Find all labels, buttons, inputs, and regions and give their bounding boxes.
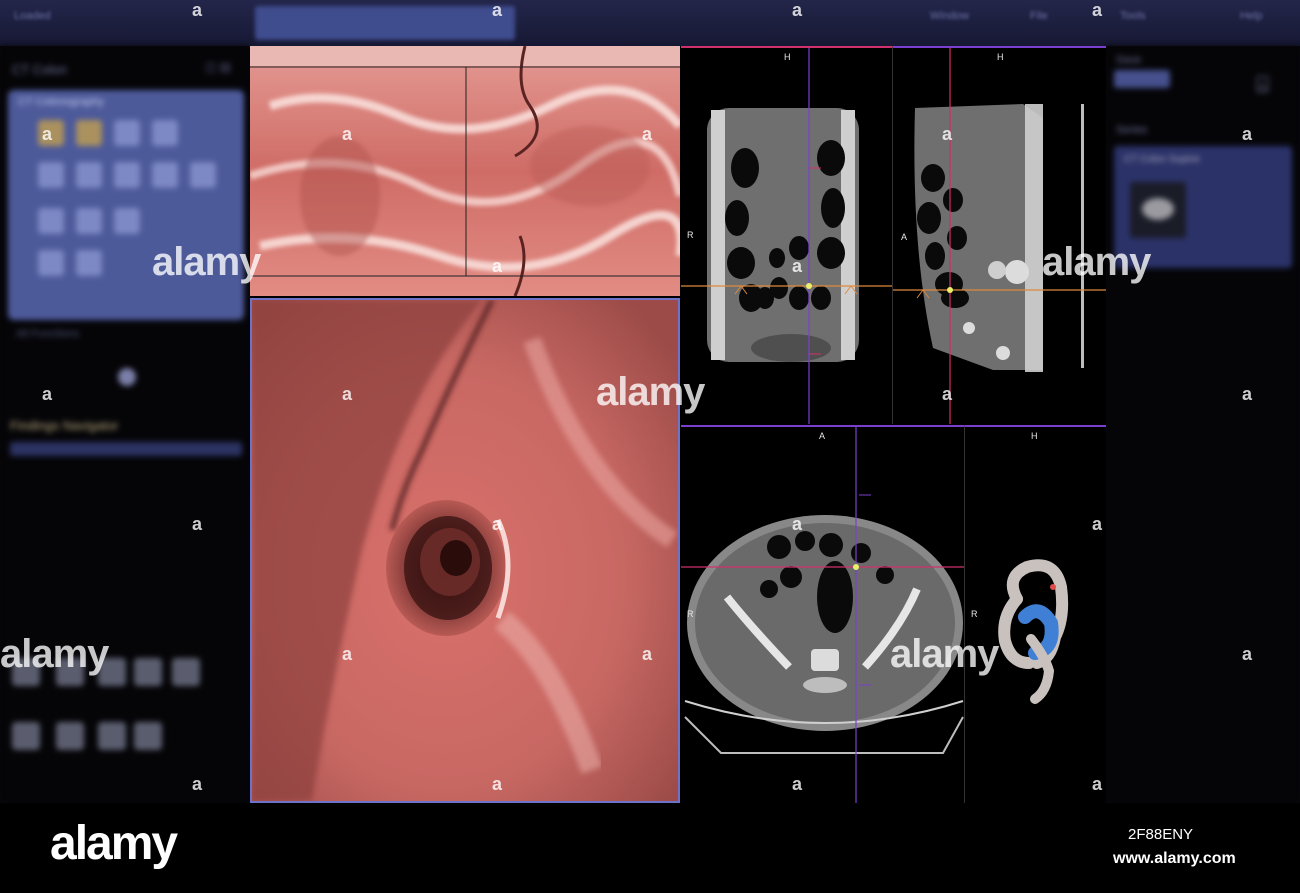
fly-through-tool-icon[interactable]	[38, 162, 64, 188]
print-icon[interactable]: ⌸	[1256, 72, 1269, 98]
topbar-item[interactable]: Tools	[1120, 10, 1146, 22]
watermark-letter: a	[792, 256, 803, 276]
watermark-letter: a	[342, 644, 353, 664]
watermark-letter: a	[192, 514, 203, 534]
watermark-letter: a	[492, 514, 503, 534]
footer-strip	[0, 803, 1300, 893]
orientation-label-top: H	[784, 52, 791, 62]
orientation-label-top: H	[1031, 431, 1038, 441]
watermark-letter: a	[42, 124, 53, 144]
navigator-slider[interactable]	[10, 442, 242, 456]
panel-footer-text: All Functions	[16, 328, 79, 340]
orientation-label-left: R	[687, 609, 694, 619]
watermark-text: alamy	[0, 632, 109, 676]
report-tool-icon[interactable]	[76, 250, 102, 276]
axial-view[interactable]: A R	[681, 425, 965, 803]
series-tab[interactable]	[255, 6, 515, 40]
watermark-letter: a	[642, 124, 653, 144]
segment-tool-icon[interactable]	[114, 208, 140, 234]
watermark-letter: a	[492, 256, 503, 276]
watermark-letter: a	[342, 384, 353, 404]
finding-thumbnail[interactable]	[56, 722, 84, 750]
watermark-letter: a	[1092, 0, 1103, 20]
viewer-area: H R H A A R H R	[250, 46, 1106, 803]
tool-palette-header: CT Colonography	[18, 96, 105, 108]
orientation-label-top: H	[997, 52, 1004, 62]
volume-tool-icon[interactable]	[190, 162, 216, 188]
watermark-letter: a	[492, 774, 503, 794]
site-url: www.alamy.com	[1113, 850, 1236, 867]
annotate-tool-icon[interactable]	[38, 208, 64, 234]
watermark-letter: a	[942, 384, 953, 404]
watermark-letter: a	[792, 0, 803, 20]
watermark-text: alamy	[890, 632, 999, 676]
series-thumbnail[interactable]	[1130, 182, 1186, 238]
flag-tool-icon[interactable]	[76, 208, 102, 234]
watermark-letter: a	[642, 644, 653, 664]
series-caption: CT Colon Supine	[1124, 154, 1200, 165]
watermark-letter: a	[192, 774, 203, 794]
rotate-tool-icon[interactable]	[76, 162, 102, 188]
finding-thumbnail[interactable]	[98, 722, 126, 750]
orientation-label-top: A	[819, 431, 826, 441]
virtual-dissection-view[interactable]	[250, 46, 680, 296]
watermark-letter: a	[342, 124, 353, 144]
series-label: Series	[1116, 124, 1148, 136]
measure-tool-icon[interactable]	[152, 120, 178, 146]
brand-logo: alamy	[50, 817, 178, 870]
export-tool-icon[interactable]	[38, 250, 64, 276]
orientation-label-left: R	[687, 230, 694, 240]
watermark-letter: a	[42, 384, 53, 404]
watermark-letter: a	[192, 0, 203, 20]
save-button[interactable]	[1114, 70, 1170, 88]
left-tool-panel: CT Colon ◫ ▤ CT Colonography All Functio…	[0, 46, 250, 803]
watermark-letter: a	[942, 124, 953, 144]
application-window: Loaded Window File Tools Help CT Colon ◫…	[0, 0, 1300, 803]
watermark-text: alamy	[596, 370, 705, 414]
zoom-tool-icon[interactable]	[76, 120, 102, 146]
watermark-letter: a	[1092, 774, 1103, 794]
watermark-text: alamy	[152, 240, 261, 284]
finding-thumbnail[interactable]	[134, 658, 162, 686]
orientation-label-left: R	[971, 609, 978, 619]
expand-icon[interactable]	[118, 368, 136, 386]
image-id: 2F88ENY	[1128, 826, 1194, 843]
watermark-letter: a	[1242, 124, 1253, 144]
watermark-letter: a	[1242, 644, 1253, 664]
navigator-title: Findings Navigator	[10, 418, 119, 433]
finding-thumbnail[interactable]	[134, 722, 162, 750]
mpr-tool-icon[interactable]	[152, 162, 178, 188]
topbar-item[interactable]: Loaded	[14, 10, 51, 22]
sagittal-view[interactable]: H A	[893, 46, 1106, 424]
topbar-item[interactable]: Window	[930, 10, 969, 22]
watermark-text: alamy	[1042, 240, 1151, 284]
right-series-panel: Save ⌸ Series CT Colon Supine	[1106, 46, 1300, 803]
watermark-letter: a	[792, 514, 803, 534]
watermark-letter: a	[1242, 384, 1253, 404]
watermark-letter: a	[492, 0, 503, 20]
layout-tool-icon[interactable]	[114, 162, 140, 188]
topbar-item[interactable]: Help	[1240, 10, 1263, 22]
finding-thumbnail[interactable]	[12, 722, 40, 750]
save-label: Save	[1116, 54, 1142, 66]
topbar-item[interactable]: File	[1030, 10, 1048, 22]
finding-thumbnail[interactable]	[172, 658, 200, 686]
watermark-letter: a	[792, 774, 803, 794]
panel-title: CT Colon	[12, 62, 67, 77]
panel-menu-icon[interactable]: ◫ ▤	[205, 60, 231, 74]
watermark-letter: a	[1092, 514, 1103, 534]
window-tool-icon[interactable]	[114, 120, 140, 146]
orientation-label-left: A	[901, 232, 908, 242]
colon-3d-view[interactable]: H R	[965, 425, 1106, 803]
coronal-view[interactable]: H R	[681, 46, 893, 424]
